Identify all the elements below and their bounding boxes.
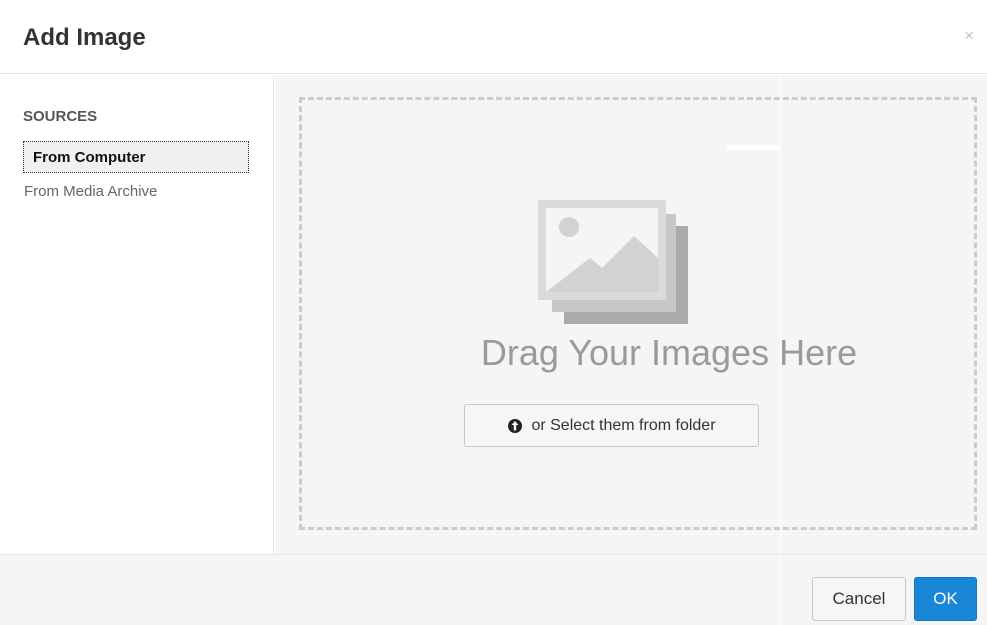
close-icon[interactable]: × [964, 27, 974, 44]
dialog-title: Add Image [23, 24, 146, 51]
dialog-header: Add Image × [0, 0, 987, 74]
add-image-dialog: Add Image × SOURCES From Computer From M… [0, 0, 987, 625]
upload-icon [508, 418, 523, 433]
ok-button[interactable]: OK [914, 577, 977, 621]
dialog-footer: Cancel OK [0, 554, 987, 625]
upload-panel: Drag Your Images Here or Select them fro… [275, 75, 987, 554]
vertical-divider [780, 75, 781, 625]
source-from-media-archive[interactable]: From Media Archive [23, 178, 249, 206]
image-placeholder-icon [538, 200, 688, 324]
select-from-folder-button[interactable]: or Select them from folder [464, 404, 759, 447]
cancel-button[interactable]: Cancel [812, 577, 906, 621]
source-from-computer[interactable]: From Computer [23, 141, 249, 173]
sources-sidebar: SOURCES From Computer From Media Archive [0, 75, 274, 554]
image-dropzone[interactable]: Drag Your Images Here or Select them fro… [299, 97, 977, 530]
sources-heading: SOURCES [23, 108, 98, 125]
select-from-folder-label: or Select them from folder [531, 416, 716, 434]
divider-line [727, 145, 781, 150]
drag-images-message: Drag Your Images Here [480, 332, 858, 373]
